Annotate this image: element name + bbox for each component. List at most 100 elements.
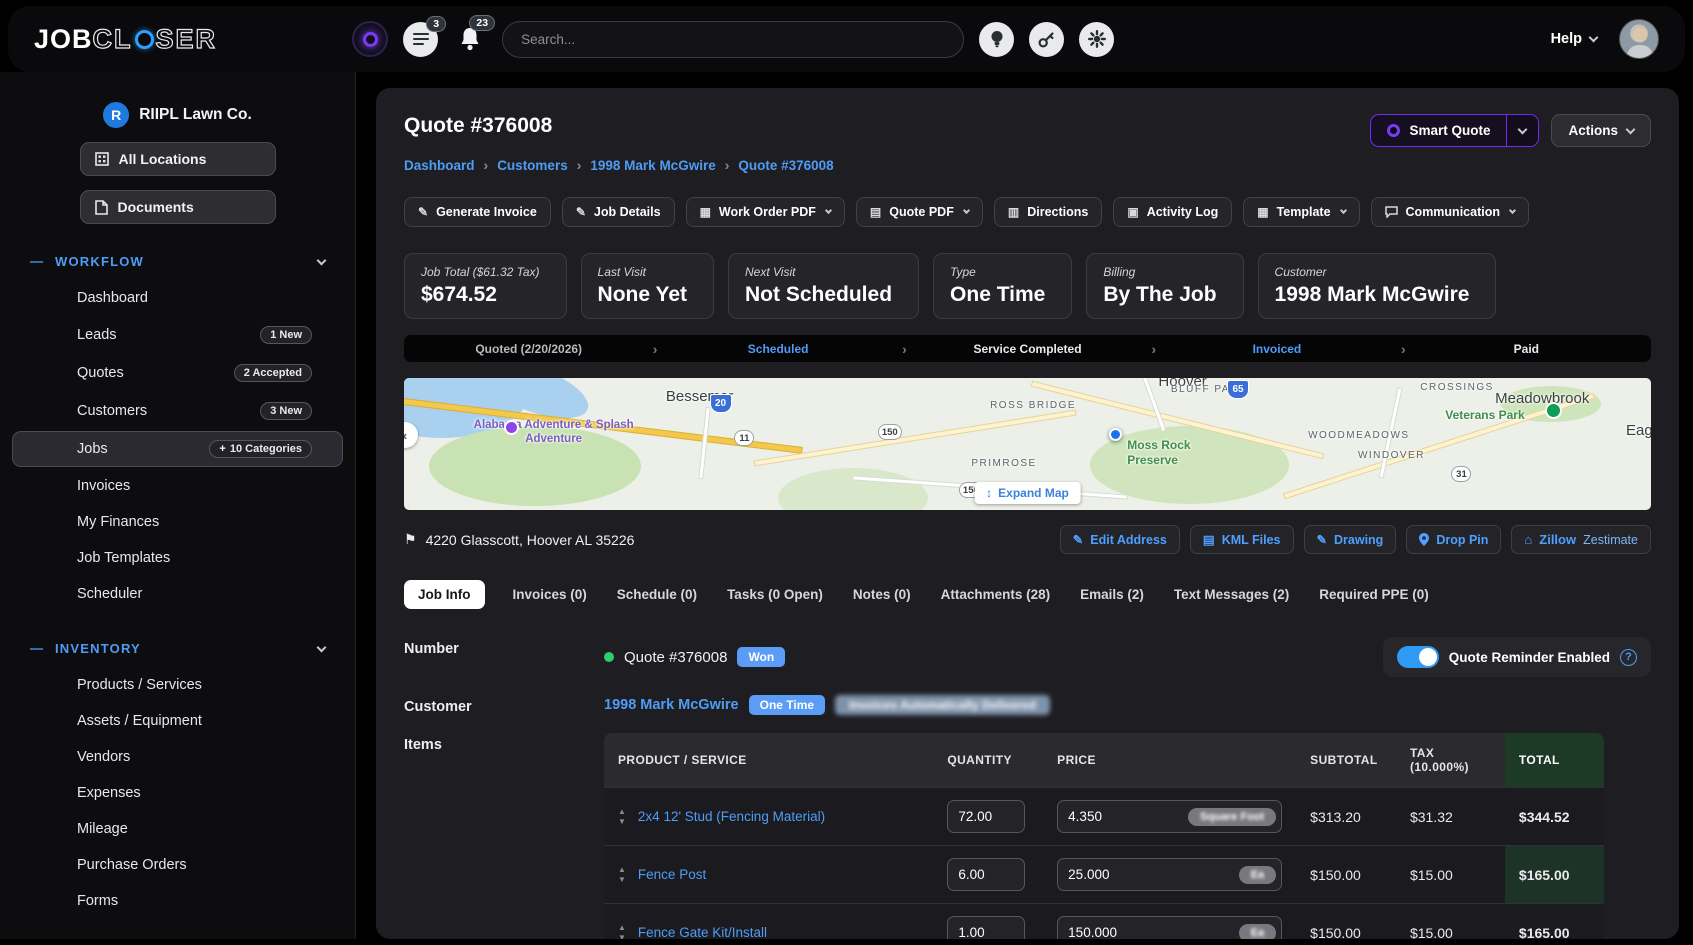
actions-button[interactable]: Actions (1551, 114, 1651, 147)
section-inventory[interactable]: INVENTORY (0, 641, 355, 656)
tab-required-ppe[interactable]: Required PPE (0) (1317, 580, 1431, 609)
sidebar-item-my-finances[interactable]: My Finances (12, 505, 343, 539)
pipeline-scheduled[interactable]: Scheduled› (653, 342, 902, 356)
help-question-icon[interactable]: ? (1620, 649, 1637, 666)
tab-job-info[interactable]: Job Info (404, 580, 485, 609)
map-label-windover: WINDOVER (1358, 450, 1425, 461)
map[interactable]: Hoover Bessemer BLUFF PARK ROSS BRIDGE C… (404, 378, 1651, 510)
breadcrumb-customers[interactable]: Customers (497, 158, 568, 173)
tab-notes[interactable]: Notes (0) (851, 580, 913, 609)
address-text: 4220 Glasscott, Hoover AL 35226 (426, 532, 635, 548)
idea-button[interactable] (979, 22, 1014, 57)
template-button[interactable]: ▦Template (1243, 197, 1359, 227)
pencil-icon: ✎ (418, 205, 428, 219)
user-avatar[interactable] (1619, 19, 1659, 59)
move-down-icon[interactable]: ▼ (618, 934, 626, 940)
map-label-veterans-park: Veterans Park (1445, 408, 1524, 422)
status-ring-button[interactable] (352, 21, 388, 57)
breadcrumb-customer-name[interactable]: 1998 Mark McGwire (590, 158, 715, 173)
item-row-1: ▲▼ 2x4 12' Stud (Fencing Material) Squar… (604, 788, 1604, 846)
quantity-input[interactable] (947, 916, 1025, 939)
generate-invoice-button[interactable]: ✎Generate Invoice (404, 197, 551, 227)
pipeline-service-completed[interactable]: Service Completed› (903, 342, 1152, 356)
quote-pdf-button[interactable]: ▤Quote PDF (856, 197, 983, 227)
quantity-input[interactable] (947, 800, 1025, 833)
product-link[interactable]: Fence Gate Kit/Install (638, 925, 767, 939)
stat-job-total: Job Total ($61.32 Tax)$674.52 (404, 253, 567, 319)
tab-invoices[interactable]: Invoices (0) (511, 580, 589, 609)
pipeline-quoted[interactable]: Quoted (2/20/2026)› (404, 342, 653, 356)
sidebar-item-scheduler[interactable]: Scheduler (12, 577, 343, 611)
reorder-handle[interactable]: ▲▼ (618, 808, 626, 826)
col-subtotal: SUBTOTAL (1296, 733, 1396, 788)
sidebar-item-purchase-orders[interactable]: Purchase Orders (12, 848, 343, 882)
sidebar-item-quotes[interactable]: Quotes2 Accepted (12, 355, 343, 391)
drop-pin-button[interactable]: Drop Pin (1406, 525, 1501, 554)
customer-link[interactable]: 1998 Mark McGwire (604, 697, 739, 713)
app-logo[interactable]: JOBCLSER (34, 24, 217, 55)
sidebar-item-vendors[interactable]: Vendors (12, 740, 343, 774)
sidebar-item-assets-equipment[interactable]: Assets / Equipment (12, 704, 343, 738)
pipeline-paid[interactable]: Paid (1402, 342, 1651, 356)
map-label-ross-bridge: ROSS BRIDGE (990, 400, 1076, 411)
quantity-input[interactable] (947, 858, 1025, 891)
quote-reminder-toggle[interactable] (1397, 646, 1439, 668)
tab-schedule[interactable]: Schedule (0) (615, 580, 699, 609)
all-locations-button[interactable]: All Locations (80, 142, 276, 176)
activity-log-button[interactable]: ▣Activity Log (1113, 197, 1232, 227)
job-location-marker[interactable] (1109, 428, 1122, 441)
sidebar-item-leads[interactable]: Leads1 New (12, 317, 343, 353)
product-link[interactable]: 2x4 12' Stud (Fencing Material) (638, 809, 825, 824)
sidebar-item-forms[interactable]: Forms (12, 884, 343, 918)
task-list-button[interactable]: 3 (403, 22, 438, 57)
breadcrumb-quote[interactable]: Quote #376008 (738, 158, 833, 173)
sidebar-item-jobs[interactable]: Jobs+10 Categories (12, 431, 343, 467)
sidebar-item-dashboard[interactable]: Dashboard (12, 281, 343, 315)
lightbulb-icon (990, 30, 1004, 48)
drawing-button[interactable]: ✎Drawing (1304, 525, 1397, 554)
breadcrumb-dashboard[interactable]: Dashboard (404, 158, 475, 173)
product-link[interactable]: Fence Post (638, 867, 706, 882)
customer-row: Customer 1998 Mark McGwire One Time Invo… (404, 695, 1651, 715)
documents-button[interactable]: Documents (80, 190, 276, 224)
company-selector[interactable]: R RIIPL Lawn Co. (0, 102, 355, 128)
sidebar-item-mileage[interactable]: Mileage (12, 812, 343, 846)
directions-button[interactable]: ▥Directions (994, 197, 1102, 227)
move-down-icon[interactable]: ▼ (618, 818, 626, 826)
kml-files-button[interactable]: ▤KML Files (1190, 525, 1294, 554)
expand-map-button[interactable]: ↕ Expand Map (974, 482, 1081, 504)
tab-emails[interactable]: Emails (2) (1078, 580, 1146, 609)
reorder-handle[interactable]: ▲▼ (618, 924, 626, 940)
move-up-icon[interactable]: ▲ (618, 924, 626, 932)
page-title: Quote #376008 (404, 114, 552, 138)
settings-button[interactable] (1079, 22, 1114, 57)
tab-text-messages[interactable]: Text Messages (2) (1172, 580, 1291, 609)
sidebar-item-invoices[interactable]: Invoices (12, 469, 343, 503)
move-up-icon[interactable]: ▲ (618, 866, 626, 874)
notifications-button[interactable]: 23 (453, 21, 487, 57)
tab-attachments[interactable]: Attachments (28) (939, 580, 1053, 609)
api-keys-button[interactable] (1029, 22, 1064, 57)
move-up-icon[interactable]: ▲ (618, 808, 626, 816)
zillow-zestimate-button[interactable]: ⌂ Zillow Zestimate (1511, 525, 1651, 554)
smart-quote-button[interactable]: Smart Quote (1370, 114, 1539, 147)
pipeline-invoiced[interactable]: Invoiced› (1152, 342, 1401, 356)
purple-ring-icon (363, 32, 378, 47)
move-down-icon[interactable]: ▼ (618, 876, 626, 884)
section-workflow[interactable]: WORKFLOW (0, 254, 355, 269)
toggle-knob (1419, 648, 1437, 666)
reorder-handle[interactable]: ▲▼ (618, 866, 626, 884)
smart-quote-dropdown[interactable] (1506, 115, 1538, 146)
communication-button[interactable]: Communication (1371, 197, 1529, 227)
sidebar-item-customers[interactable]: Customers3 New (12, 393, 343, 429)
help-menu[interactable]: Help (1551, 31, 1597, 47)
sidebar: R RIIPL Lawn Co. All Locations Documents… (0, 72, 356, 939)
sidebar-item-job-templates[interactable]: Job Templates (12, 541, 343, 575)
edit-address-button[interactable]: ✎Edit Address (1060, 525, 1180, 554)
sidebar-item-expenses[interactable]: Expenses (12, 776, 343, 810)
sidebar-item-products-services[interactable]: Products / Services (12, 668, 343, 702)
tab-tasks[interactable]: Tasks (0 Open) (725, 580, 825, 609)
job-details-button[interactable]: ✎Job Details (562, 197, 675, 227)
search-input[interactable] (502, 21, 964, 58)
work-order-pdf-button[interactable]: ▦Work Order PDF (686, 197, 845, 227)
